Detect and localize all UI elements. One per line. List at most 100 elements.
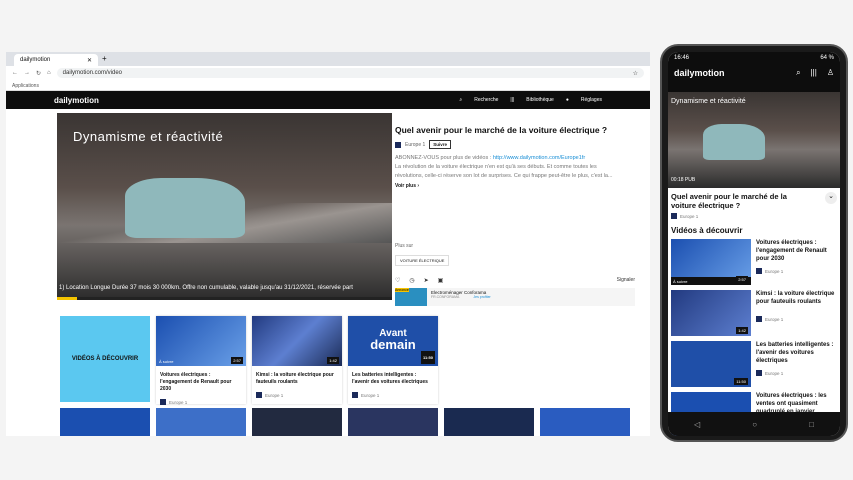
list-item[interactable]: À suivre 2:57 Voitures électriques : l'eng…: [671, 239, 837, 285]
nav-library[interactable]: Bibliothèque: [526, 97, 554, 103]
channel-logo: [160, 399, 166, 405]
overlay-title: Dynamisme et réactivité: [73, 129, 224, 144]
ad-domain: FR.CONFORAMA: [431, 295, 460, 299]
channel-logo: [756, 370, 762, 376]
library-icon[interactable]: |||: [510, 97, 514, 103]
channel-logo: [671, 213, 677, 219]
browser-window: dailymotion ✕ + ← → ↻ ⌂ dailymotion.com/vide…: [6, 52, 650, 436]
video-card[interactable]: Avant demain 11:50 Les batteries intellige…: [348, 316, 438, 404]
desc-line: La révolution de la voiture électrique n…: [395, 164, 597, 170]
video-title: Quel avenir pour le marché de la voiture…: [395, 125, 608, 135]
tab-dailymotion[interactable]: dailymotion ✕: [14, 54, 98, 66]
duration-badge: 2:57: [736, 276, 748, 283]
apps-bookmark[interactable]: Applications: [12, 83, 39, 89]
item-channel: Europe 1: [765, 268, 784, 274]
card-title: Les batteries intelligentes : l'avenir d…: [352, 372, 428, 385]
back-icon[interactable]: ←: [12, 70, 18, 76]
url-input[interactable]: dailymotion.com/video ☆: [56, 68, 644, 78]
status-time: 16:46: [674, 55, 690, 61]
tag-chip[interactable]: VOITURE ÉLECTRIQUE: [395, 255, 450, 266]
reload-icon[interactable]: ↻: [36, 70, 41, 77]
nav-settings[interactable]: Réglages: [581, 97, 602, 103]
tab-bar: dailymotion ✕ +: [6, 52, 650, 66]
phone-logo[interactable]: dailymotion: [674, 68, 725, 78]
close-tab-icon[interactable]: ✕: [87, 57, 92, 64]
ad-cta[interactable]: Jes profiter: [473, 295, 490, 299]
ad-caption: 1) Location Longue Durée 37 mois 30 000k…: [59, 285, 353, 291]
recents-icon[interactable]: □: [809, 420, 814, 429]
description: ABONNEZ-VOUS pour plus de vidéos : http:…: [395, 154, 635, 181]
discover-tile: VIDÉOS À DÉCOUVRIR: [60, 316, 150, 402]
video-info: Quel avenir pour le marché de la voiture…: [395, 125, 635, 306]
duration-badge: 11:50: [420, 351, 435, 364]
card-title: Kimsi : la voiture électrique pour faute…: [256, 372, 334, 385]
video-thumbnail: Avant demain 11:50: [348, 316, 438, 366]
home-icon[interactable]: ○: [752, 420, 757, 429]
share-icon[interactable]: ➤: [424, 277, 429, 284]
search-icon[interactable]: ⌕: [796, 68, 800, 78]
tab-title: dailymotion: [20, 57, 51, 63]
ad-label: Annonce: [395, 288, 409, 292]
more-on-label: Plus sur: [395, 243, 414, 249]
android-nav-bar: ◁ ○ □: [668, 412, 840, 436]
player-time: 00:18: [671, 177, 684, 183]
item-channel: Europe 1: [765, 370, 784, 376]
thumb-text: demain: [370, 337, 416, 352]
new-tab-icon[interactable]: +: [102, 54, 107, 63]
desc-link[interactable]: http://www.dailymotion.com/Europe1fr: [493, 155, 585, 161]
channel-logo[interactable]: [395, 141, 401, 148]
video-thumbnail[interactable]: [60, 408, 150, 436]
video-thumbnail[interactable]: [444, 408, 534, 436]
logo[interactable]: dailymotion: [54, 96, 99, 105]
user-icon[interactable]: ♙: [827, 68, 834, 78]
library-icon[interactable]: |||: [811, 68, 817, 78]
video-thumbnail: À suivre 2:57: [671, 239, 751, 285]
channel-name[interactable]: Europe 1: [405, 142, 425, 148]
report-link[interactable]: Signaler: [617, 277, 635, 284]
car-image: [125, 178, 245, 238]
ad-image: Annonce: [395, 288, 427, 306]
card-channel: Europe 1: [169, 399, 188, 405]
duration-badge: 1:42: [736, 327, 748, 334]
forward-icon[interactable]: →: [24, 70, 30, 76]
star-icon[interactable]: ☆: [633, 70, 638, 77]
ad-banner[interactable]: Annonce Electroménager Conforama FR.CONFO…: [395, 288, 635, 306]
item-title: Voitures électriques : l'engagement de R…: [756, 240, 827, 262]
watch-later-icon[interactable]: ◷: [409, 277, 414, 284]
phone-header: 16:46 64 % dailymotion ⌕ ||| ♙: [668, 52, 840, 92]
chevron-down-icon[interactable]: ⌄: [825, 192, 837, 204]
list-item[interactable]: 11:50 Les batteries intelligentes : l'ave…: [671, 341, 837, 387]
video-card[interactable]: 1:42 Kimsi : la voiture électrique pour …: [252, 316, 342, 404]
phone-channel[interactable]: Europe 1: [680, 214, 698, 219]
home-icon[interactable]: ⌂: [47, 70, 51, 76]
phone-video-title: Quel avenir pour le marché de la voiture…: [671, 192, 787, 210]
like-icon[interactable]: ♡: [395, 277, 400, 284]
video-thumbnail: À suivre 2:57: [156, 316, 246, 366]
video-thumbnail[interactable]: [252, 408, 342, 436]
embed-icon[interactable]: ▣: [438, 277, 444, 284]
video-player[interactable]: Dynamisme et réactivité 1) Location Long…: [57, 113, 392, 300]
see-more-link[interactable]: Voir plus ›: [395, 183, 635, 189]
address-bar-row: ← → ↻ ⌂ dailymotion.com/video ☆: [6, 66, 650, 80]
car-image: [703, 124, 765, 160]
item-channel: Europe 1: [765, 316, 784, 322]
video-card[interactable]: À suivre 2:57 Voitures électriques : l'en…: [156, 316, 246, 405]
phone-video-player[interactable]: Dynamisme et réactivité 00:18 PUB: [668, 92, 840, 188]
see-more-label: Voir plus: [395, 183, 417, 189]
progress-bar[interactable]: [57, 297, 392, 300]
video-thumbnail[interactable]: [348, 408, 438, 436]
overlay-title: Dynamisme et réactivité: [671, 98, 746, 105]
up-next-label: À suivre: [159, 359, 174, 364]
channel-logo: [352, 392, 358, 398]
list-item[interactable]: 1:42 Kimsi : la voiture électrique pour f…: [671, 290, 837, 336]
back-icon[interactable]: ◁: [694, 420, 700, 429]
phone-screen: 16:46 64 % dailymotion ⌕ ||| ♙ Dynamisme et …: [668, 52, 840, 436]
video-thumbnail[interactable]: [156, 408, 246, 436]
desc-line: révolutions, celle-ci réserve son lot de…: [395, 173, 613, 179]
video-thumbnail[interactable]: [540, 408, 630, 436]
url-text: dailymotion.com/video: [62, 70, 123, 76]
nav-search[interactable]: Recherche: [474, 97, 498, 103]
follow-button[interactable]: Suivre: [429, 140, 452, 149]
search-icon[interactable]: ⌕: [459, 97, 462, 103]
user-icon[interactable]: ●: [566, 97, 569, 103]
